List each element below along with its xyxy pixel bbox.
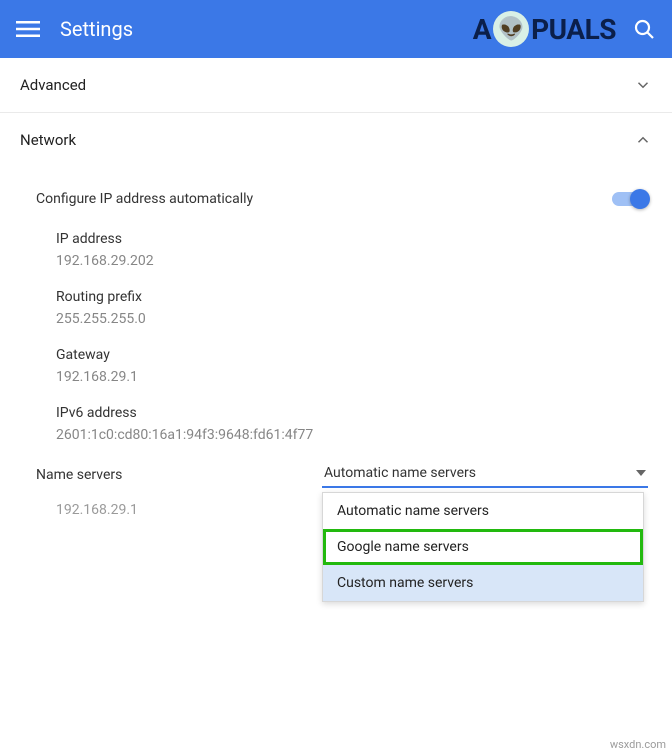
chevron-down-icon	[634, 76, 652, 94]
network-panel: Configure IP address automatically IP ad…	[0, 167, 672, 538]
name-servers-row: Name servers Automatic name servers Auto…	[0, 453, 672, 492]
gateway-field: Gateway 192.168.29.1	[0, 337, 672, 395]
app-header: Settings A PUALS	[0, 0, 672, 58]
section-advanced[interactable]: Advanced	[0, 58, 672, 113]
gateway-label: Gateway	[56, 347, 648, 363]
name-servers-label: Name servers	[36, 467, 322, 483]
ip-address-value: 192.168.29.202	[56, 253, 648, 269]
dropdown-option-automatic[interactable]: Automatic name servers	[323, 493, 643, 529]
brand-logo: A PUALS	[473, 11, 616, 47]
ipv6-label: IPv6 address	[56, 405, 648, 421]
name-servers-selected: Automatic name servers	[324, 465, 476, 481]
search-icon[interactable]	[632, 17, 656, 41]
ipv6-field: IPv6 address 2601:1c0:cd80:16a1:94f3:964…	[0, 395, 672, 453]
chevron-up-icon	[634, 131, 652, 149]
dropdown-option-google[interactable]: Google name servers	[323, 529, 643, 565]
watermark: wsxdn.com	[610, 738, 666, 751]
configure-ip-auto-label: Configure IP address automatically	[36, 191, 253, 207]
routing-prefix-label: Routing prefix	[56, 289, 648, 305]
menu-icon[interactable]	[16, 17, 40, 41]
dropdown-arrow-icon	[636, 470, 646, 476]
brand-mascot-icon	[493, 11, 529, 47]
ip-address-field: IP address 192.168.29.202	[0, 221, 672, 279]
configure-ip-auto-toggle[interactable]	[612, 192, 648, 206]
configure-ip-auto-row: Configure IP address automatically	[0, 177, 672, 221]
brand-suffix: PUALS	[531, 13, 616, 46]
section-network[interactable]: Network	[0, 113, 672, 167]
ip-address-label: IP address	[56, 231, 648, 247]
routing-prefix-value: 255.255.255.0	[56, 311, 648, 327]
section-network-label: Network	[20, 131, 76, 149]
name-servers-dropdown: Automatic name servers Google name serve…	[322, 492, 644, 602]
name-servers-select[interactable]: Automatic name servers	[322, 461, 648, 488]
routing-prefix-field: Routing prefix 255.255.255.0	[0, 279, 672, 337]
brand-prefix: A	[473, 13, 491, 46]
ipv6-value: 2601:1c0:cd80:16a1:94f3:9648:fd61:4f77	[56, 427, 648, 443]
gateway-value: 192.168.29.1	[56, 369, 648, 385]
section-advanced-label: Advanced	[20, 76, 86, 94]
dropdown-option-custom[interactable]: Custom name servers	[323, 565, 643, 601]
